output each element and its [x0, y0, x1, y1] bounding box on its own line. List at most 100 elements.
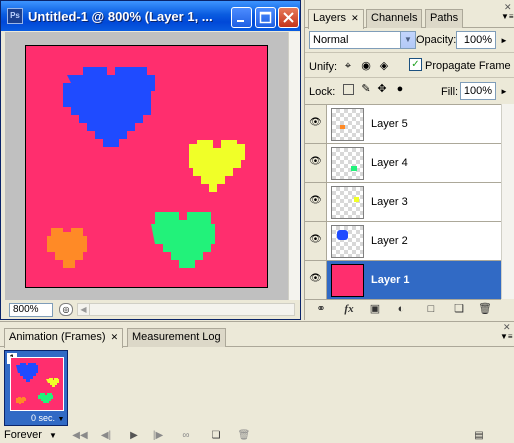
lock-label: Lock: — [309, 86, 336, 98]
visibility-toggle[interactable]: 👁 — [305, 144, 327, 182]
fill-field[interactable]: 100% — [460, 82, 496, 100]
opacity-label: Opacity: — [416, 34, 457, 46]
layer-thumbnail — [331, 225, 364, 258]
tab-layers-label: Layers — [313, 12, 347, 24]
tween-icon[interactable]: ∞ — [178, 429, 194, 442]
tab-layers[interactable]: Layers ✕ — [308, 9, 364, 29]
layer-list: 👁 Layer 5 👁 Layer 4 👁 Layer 3 👁 Layer 2 … — [305, 104, 501, 300]
document-canvas[interactable] — [25, 45, 268, 288]
document-status-bar: 800% ◎ ◀ — [5, 301, 300, 317]
opacity-slider-arrow-icon[interactable]: ► — [500, 36, 508, 45]
document-window: Ps Untitled-1 @ 800% (Layer 1, ... 800% … — [0, 0, 301, 320]
fx-icon[interactable]: fx — [341, 302, 357, 316]
orange-heart — [47, 228, 87, 268]
tab-channels-label: Channels — [371, 12, 418, 24]
adjustment-layer-icon[interactable]: ◐ — [393, 302, 409, 316]
first-frame-icon[interactable]: ◀◀ — [72, 429, 88, 442]
visibility-toggle[interactable]: 👁 — [305, 261, 327, 299]
orange-heart — [16, 397, 26, 404]
frame-delay-label: 0 sec. — [31, 413, 56, 423]
thumb-heart — [337, 230, 348, 240]
opacity-field[interactable]: 100% — [456, 31, 496, 49]
layers-panel-tabs: Layers ✕ Channels Paths — [305, 8, 514, 29]
layer-row-1[interactable]: 👁 Layer 1 — [305, 261, 501, 300]
visibility-toggle[interactable]: 👁 — [305, 105, 327, 143]
maximize-button[interactable] — [255, 7, 276, 28]
animation-frame[interactable]: 1 0 sec. ▼ — [4, 350, 68, 426]
scroll-left-arrow-icon[interactable]: ◀ — [78, 304, 90, 315]
tab-channels[interactable]: Channels — [366, 9, 423, 28]
unify-position-icon[interactable]: ⌖ — [341, 59, 355, 73]
fill-label: Fill: — [441, 86, 459, 98]
tab-measurement-label: Measurement Log — [132, 331, 221, 343]
close-button[interactable] — [278, 7, 299, 28]
layer-thumbnail — [331, 264, 364, 297]
lock-paint-icon[interactable]: ✎ — [359, 82, 373, 96]
document-horizontal-scrollbar[interactable]: ◀ — [77, 303, 295, 316]
pixel-hearts-artwork — [47, 67, 245, 268]
layer-row-4[interactable]: 👁 Layer 4 — [305, 144, 501, 183]
unify-style-icon[interactable]: ◈ — [377, 59, 391, 73]
new-group-icon[interactable]: □ — [423, 302, 439, 316]
animation-panel-tabs: Animation (Frames) ✕ Measurement Log — [0, 327, 514, 348]
zoom-level-field[interactable]: 800% — [9, 303, 53, 317]
blend-mode-value: Normal — [313, 34, 349, 46]
visibility-toggle[interactable]: 👁 — [305, 222, 327, 260]
blend-mode-select[interactable]: Normal ▼ — [309, 31, 416, 49]
loop-select[interactable]: Forever ▼ — [4, 428, 64, 443]
eye-icon: 👁 — [309, 156, 322, 167]
layer-row-3[interactable]: 👁 Layer 3 — [305, 183, 501, 222]
canvas-area[interactable] — [5, 32, 288, 300]
tab-animation-frames[interactable]: Animation (Frames) ✕ — [4, 328, 124, 348]
unify-visibility-icon[interactable]: ◉ — [359, 59, 373, 73]
thumb-heart — [354, 197, 359, 202]
status-info-button[interactable]: ◎ — [59, 303, 73, 316]
fill-slider-arrow-icon[interactable]: ► — [500, 87, 508, 96]
layer-name: Layer 3 — [371, 196, 408, 208]
eye-icon: 👁 — [309, 117, 322, 128]
convert-to-timeline-icon[interactable]: ▤ — [468, 429, 490, 442]
layer-name: Layer 2 — [371, 235, 408, 247]
play-icon[interactable]: ▶ — [126, 429, 142, 442]
tab-measurement-log[interactable]: Measurement Log — [127, 328, 226, 347]
tab-close-icon[interactable]: ✕ — [351, 13, 359, 23]
layers-panel-footer: ⚭ fx ▣ ◐ □ ❏ 🗑 — [305, 300, 514, 318]
new-layer-icon[interactable]: ❏ — [451, 302, 467, 316]
minimize-button[interactable] — [231, 7, 252, 28]
animation-controls: Forever ▼ ◀◀ ◀| ▶ |▶ ∞ ❏ 🗑 ▤ — [0, 426, 514, 443]
status-info-icon: ◎ — [62, 305, 70, 314]
layer-row-2[interactable]: 👁 Layer 2 — [305, 222, 501, 261]
link-layers-icon[interactable]: ⚭ — [313, 302, 329, 316]
lock-transparency-icon[interactable] — [343, 84, 354, 95]
frames-area: 1 0 sec. ▼ — [0, 348, 514, 426]
delete-frame-icon[interactable]: 🗑 — [236, 429, 252, 442]
visibility-toggle[interactable]: 👁 — [305, 183, 327, 221]
unify-label: Unify: — [309, 61, 338, 73]
lock-all-icon[interactable]: ● — [393, 82, 407, 96]
chevron-down-icon: ▼ — [48, 431, 57, 440]
green-heart — [151, 212, 215, 268]
next-frame-icon[interactable]: |▶ — [150, 429, 166, 442]
document-vertical-scrollbar[interactable] — [288, 32, 300, 300]
green-heart — [38, 393, 53, 403]
document-title: Untitled-1 @ 800% (Layer 1, ... — [28, 9, 213, 24]
layer-list-scrollbar[interactable] — [501, 104, 514, 299]
tab-close-icon[interactable]: ✕ — [111, 332, 119, 342]
add-mask-icon[interactable]: ▣ — [367, 302, 383, 316]
duplicate-frame-icon[interactable]: ❏ — [208, 429, 224, 442]
divider — [305, 77, 514, 78]
tab-animation-label: Animation (Frames) — [9, 331, 106, 343]
document-titlebar[interactable]: Ps Untitled-1 @ 800% (Layer 1, ... — [1, 1, 300, 31]
tab-paths[interactable]: Paths — [425, 9, 464, 28]
trash-icon[interactable]: 🗑 — [477, 302, 493, 316]
propagate-frame-label: Propagate Frame 1 — [425, 60, 514, 72]
layer-name: Layer 4 — [371, 157, 408, 169]
propagate-frame-checkbox[interactable]: ✓ — [409, 58, 422, 71]
previous-frame-icon[interactable]: ◀| — [98, 429, 114, 442]
frame-delay[interactable]: 0 sec. ▼ — [31, 413, 64, 423]
frame-thumbnail-art — [16, 363, 59, 404]
lock-move-icon[interactable]: ✥ — [375, 82, 389, 96]
loop-value: Forever — [4, 429, 42, 441]
layer-row-5[interactable]: 👁 Layer 5 — [305, 105, 501, 144]
delay-dropdown-icon[interactable]: ▼ — [58, 416, 65, 423]
